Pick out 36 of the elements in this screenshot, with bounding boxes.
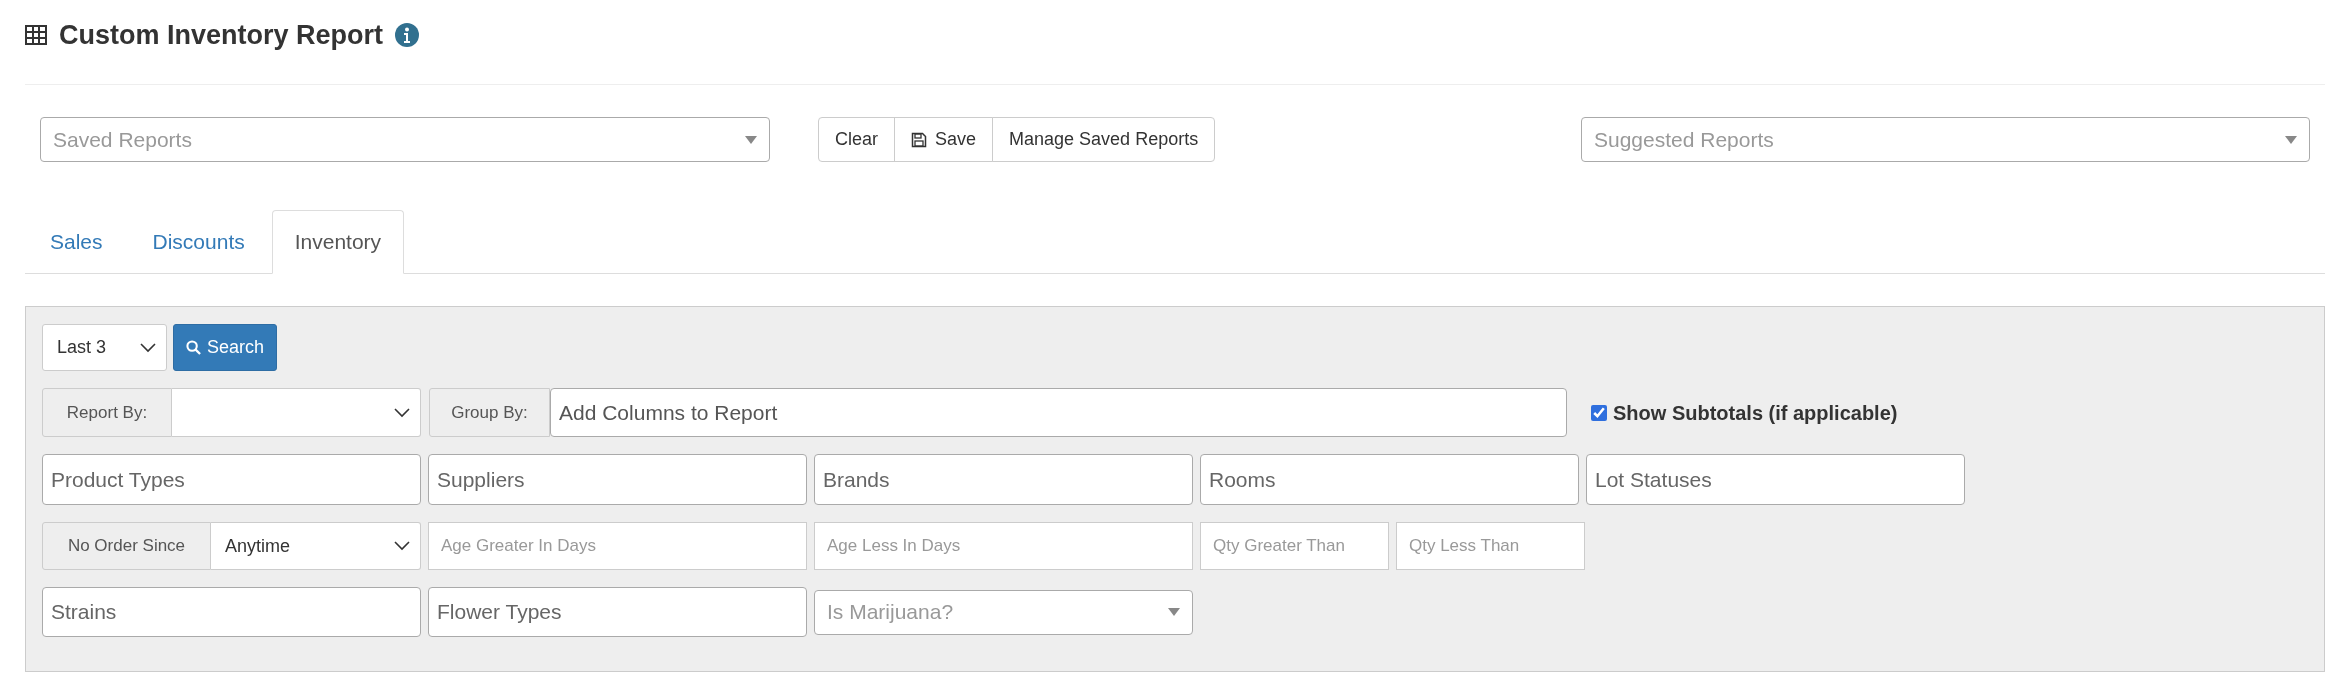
show-subtotals-label: Show Subtotals (if applicable) xyxy=(1613,400,1898,426)
multi-select-field[interactable]: Product Types xyxy=(42,454,421,505)
multi-select-field[interactable]: Lot Statuses xyxy=(1586,454,1965,505)
info-icon[interactable] xyxy=(395,23,420,47)
caret-down-icon xyxy=(2285,135,2297,144)
tab[interactable]: Discounts xyxy=(129,210,268,274)
caret-down-icon xyxy=(1168,608,1180,616)
group-by-label: Group By: xyxy=(429,388,550,437)
tab[interactable]: Inventory xyxy=(271,210,405,274)
chevron-down-icon xyxy=(394,407,410,418)
multi-select-field[interactable]: Brands xyxy=(814,454,1193,505)
date-range-select[interactable]: Last 3 xyxy=(42,324,167,371)
search-button[interactable]: Search xyxy=(173,324,278,371)
caret-down-icon xyxy=(745,135,757,144)
number-field[interactable]: Age Less In Days xyxy=(814,522,1193,570)
chevron-down-icon xyxy=(394,541,410,551)
page-title: Custom Inventory Report xyxy=(59,18,384,52)
show-subtotals-checkbox[interactable] xyxy=(1591,404,1607,421)
chevron-down-icon xyxy=(140,342,156,353)
toolbar-button[interactable]: Clear xyxy=(818,117,895,162)
number-field[interactable]: Qty Greater Than xyxy=(1200,522,1389,570)
multi-select-field[interactable]: Strains xyxy=(42,587,421,637)
toolbar-button[interactable]: Save xyxy=(894,117,994,162)
report-by-label: Report By: xyxy=(42,388,172,437)
multi-select-field[interactable]: Rooms xyxy=(1200,454,1579,505)
table-icon xyxy=(25,25,47,45)
search-icon xyxy=(186,340,201,355)
toolbar-button[interactable]: Manage Saved Reports xyxy=(992,117,1216,162)
no-order-since-label: No Order Since xyxy=(42,522,211,570)
number-field[interactable]: Age Greater In Days xyxy=(428,522,807,570)
no-order-since-select[interactable]: Anytime xyxy=(211,522,421,570)
multi-select-field[interactable]: Flower Types xyxy=(428,587,807,637)
multi-select-field[interactable]: Suppliers xyxy=(428,454,807,505)
group-by-field[interactable]: Add Columns to Report xyxy=(550,388,1567,437)
tab[interactable]: Sales xyxy=(27,210,126,274)
number-field[interactable]: Qty Less Than xyxy=(1396,522,1585,570)
